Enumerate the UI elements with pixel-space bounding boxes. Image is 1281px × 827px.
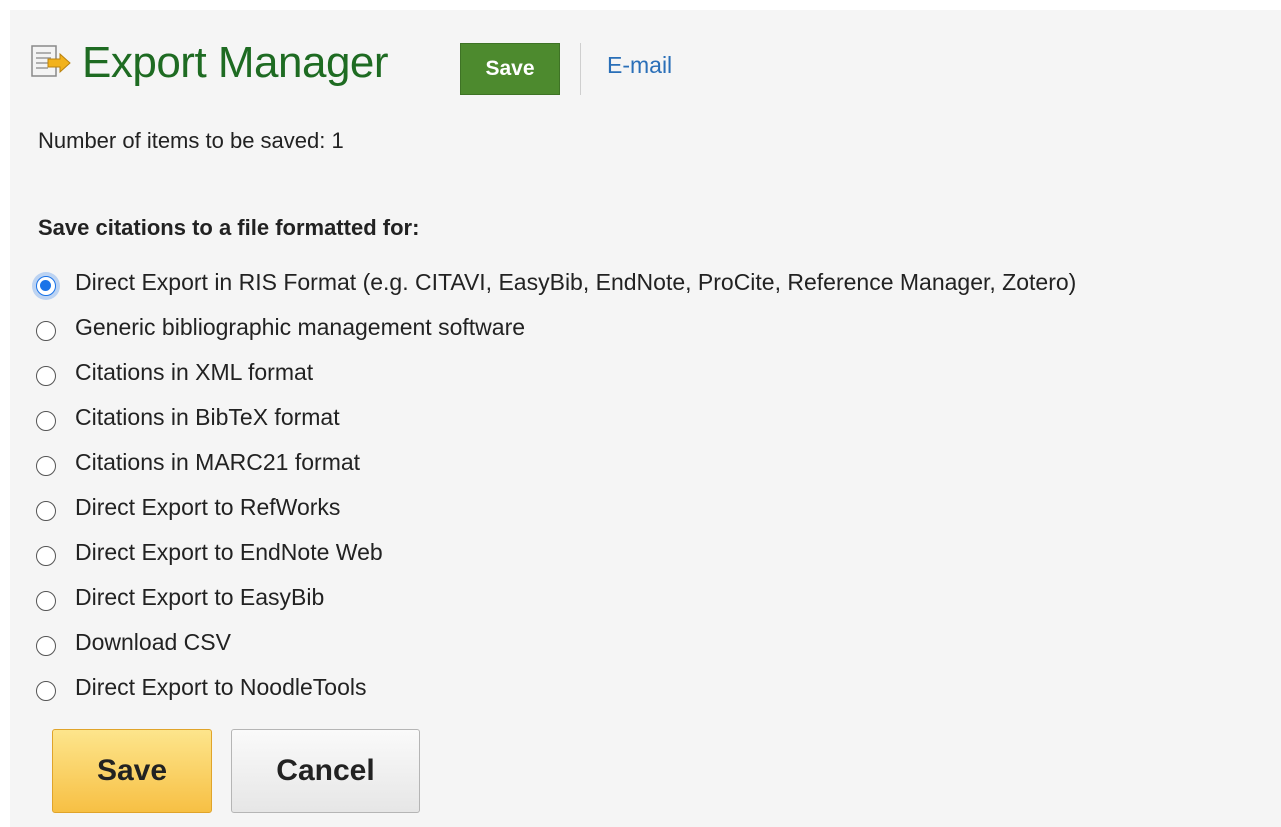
radio-button[interactable] <box>36 590 56 611</box>
page-header: Export Manager <box>30 38 389 88</box>
format-option-label: Generic bibliographic management softwar… <box>75 314 526 340</box>
page-title: Export Manager <box>82 38 389 87</box>
format-option-label: Direct Export to EndNote Web <box>75 539 383 565</box>
radio-button[interactable] <box>36 500 56 521</box>
export-document-icon <box>30 43 72 83</box>
format-option-label: Citations in XML format <box>75 359 314 385</box>
format-option-generic[interactable]: Generic bibliographic management softwar… <box>36 305 1076 350</box>
format-option-label: Download CSV <box>75 629 231 655</box>
save-tab-button[interactable]: Save <box>460 43 560 95</box>
format-section-label: Save citations to a file formatted for: <box>38 215 420 240</box>
cancel-button[interactable]: Cancel <box>231 729 420 813</box>
radio-button[interactable] <box>36 320 56 341</box>
email-link[interactable]: E-mail <box>607 52 672 79</box>
format-option-label: Citations in BibTeX format <box>75 404 340 430</box>
format-option-label: Direct Export in RIS Format (e.g. CITAVI… <box>75 269 1077 295</box>
format-option-label: Direct Export to NoodleTools <box>75 674 367 700</box>
format-option-endnote-web[interactable]: Direct Export to EndNote Web <box>36 530 1076 575</box>
radio-button[interactable] <box>36 635 56 656</box>
items-count-text: Number of items to be saved: 1 <box>38 128 344 153</box>
radio-button[interactable] <box>36 545 56 566</box>
format-option-easybib[interactable]: Direct Export to EasyBib <box>36 575 1076 620</box>
format-option-label: Direct Export to EasyBib <box>75 584 325 610</box>
format-option-marc21[interactable]: Citations in MARC21 format <box>36 440 1076 485</box>
format-option-ris[interactable]: Direct Export in RIS Format (e.g. CITAVI… <box>36 260 1076 305</box>
format-option-refworks[interactable]: Direct Export to RefWorks <box>36 485 1076 530</box>
format-option-csv[interactable]: Download CSV <box>36 620 1076 665</box>
format-option-noodletools[interactable]: Direct Export to NoodleTools <box>36 665 1076 710</box>
save-button[interactable]: Save <box>52 729 212 813</box>
format-option-bibtex[interactable]: Citations in BibTeX format <box>36 395 1076 440</box>
export-manager-panel: Export Manager Save E-mail Number of ite… <box>10 10 1281 827</box>
format-option-label: Direct Export to RefWorks <box>75 494 341 520</box>
radio-button[interactable] <box>36 275 56 296</box>
format-option-xml[interactable]: Citations in XML format <box>36 350 1076 395</box>
radio-button[interactable] <box>36 365 56 386</box>
header-divider <box>580 43 581 95</box>
format-options-list: Direct Export in RIS Format (e.g. CITAVI… <box>36 260 1076 710</box>
radio-button[interactable] <box>36 455 56 476</box>
radio-button[interactable] <box>36 410 56 431</box>
format-option-label: Citations in MARC21 format <box>75 449 361 475</box>
radio-button[interactable] <box>36 680 56 701</box>
